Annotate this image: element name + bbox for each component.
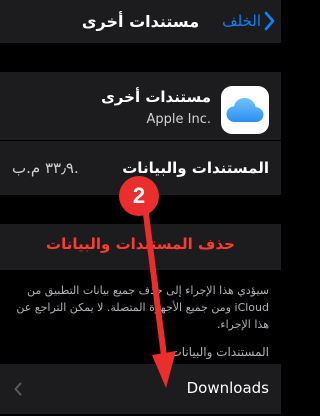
step-badge: 2 xyxy=(119,176,159,216)
delete-footer-note: سيؤدي هذا الإجراء إلى حذف جميع بيانات ال… xyxy=(16,284,269,331)
icloud-icon xyxy=(221,86,269,134)
app-info-cell: مستندات أخرى Apple Inc. xyxy=(0,72,281,140)
chevron-left-icon xyxy=(14,382,22,396)
section-header-documents: المستندات والبيانات xyxy=(170,345,269,359)
list-item-downloads[interactable]: Downloads xyxy=(0,364,281,414)
app-vendor: Apple Inc. xyxy=(146,112,212,127)
documents-data-label: المستندات والبيانات xyxy=(122,159,269,177)
page-title: مستندات أخرى xyxy=(81,12,200,31)
app-name: مستندات أخرى xyxy=(101,88,211,106)
navigation-bar: الخلف مستندات أخرى xyxy=(0,0,281,43)
documents-data-size: ٣٣٫٩ م.ب. xyxy=(12,159,79,177)
downloads-label: Downloads xyxy=(186,379,269,397)
delete-documents-button[interactable]: حذف المستندات والبيانات xyxy=(0,224,281,270)
delete-documents-label: حذف المستندات والبيانات xyxy=(46,235,235,253)
